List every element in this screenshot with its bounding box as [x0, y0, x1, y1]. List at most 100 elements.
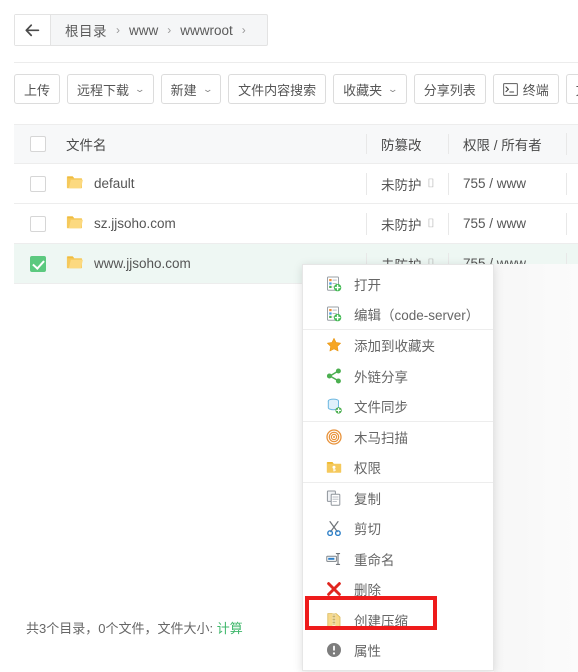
copy-icon: [325, 489, 342, 506]
menu-item-file-sync-label: 文件同步: [354, 399, 408, 415]
row-select-cell: [14, 175, 62, 192]
menu-item-rename-label: 重命名: [354, 552, 395, 568]
menu-item-permission-label: 权限: [354, 460, 381, 476]
terminal-button[interactable]: 终端: [492, 74, 559, 104]
terminal-icon: [502, 82, 518, 96]
table-row[interactable]: sz.jjsoho.com 未防护 ⌷ 755 / www: [14, 204, 578, 244]
row-protection-text: 未防护: [381, 217, 422, 233]
breadcrumb-item-root[interactable]: 根目录: [65, 20, 107, 40]
rename-icon: [325, 550, 342, 567]
menu-item-open[interactable]: 打开: [303, 269, 493, 300]
row-name-cell: sz.jjsoho.com: [62, 214, 366, 233]
row-checkbox[interactable]: [30, 255, 46, 272]
zip-icon: [325, 611, 342, 628]
toolbar: 上传 远程下载 ⌄ 新建 ⌄ 文件内容搜索 收藏夹 ⌄ 分享列表 终端: [14, 74, 578, 104]
breadcrumb-separator: ›: [116, 23, 120, 37]
menu-item-file-sync[interactable]: 文件同步: [303, 391, 493, 422]
select-all-cell: [14, 136, 62, 152]
header-protection-label: 防篡改: [381, 138, 422, 153]
row-filename[interactable]: default: [94, 176, 135, 191]
content-search-button[interactable]: 文件内容搜索: [228, 74, 327, 104]
menu-item-add-favorite[interactable]: 添加到收藏夹: [303, 330, 493, 361]
row-select-cell: [14, 255, 62, 272]
toolbar-divider: [14, 62, 578, 63]
header-protection[interactable]: 防篡改: [366, 134, 448, 154]
row-checkbox[interactable]: [30, 175, 46, 192]
lock-open-icon[interactable]: ⌷: [428, 216, 435, 231]
upload-button-label: 上传: [24, 82, 51, 98]
breadcrumb-separator: ›: [241, 23, 246, 37]
database-sync-icon: [325, 397, 342, 414]
breadcrumb-items: 根目录 › www › wwwroot ›: [51, 15, 267, 45]
remote-download-button[interactable]: 远程下载 ⌄: [67, 74, 154, 104]
favorites-label: 收藏夹: [343, 82, 383, 98]
status-summary: 共3个目录，0个文件，文件大小: 计算: [26, 618, 243, 637]
header-permission[interactable]: 权限 / 所有者: [448, 134, 566, 154]
breadcrumb-separator: ›: [167, 23, 172, 37]
new-button[interactable]: 新建 ⌄: [160, 74, 222, 104]
upload-button[interactable]: 上传: [14, 74, 61, 104]
menu-item-add-favorite-label: 添加到收藏夹: [354, 339, 435, 355]
breadcrumb-item-www[interactable]: www: [129, 23, 158, 38]
menu-item-edit[interactable]: 编辑（code-server）: [303, 300, 493, 330]
content-search-label: 文件内容搜索: [238, 82, 317, 98]
menu-item-create-archive-label: 创建压缩: [354, 613, 408, 629]
remote-download-label: 远程下载: [77, 82, 130, 98]
menu-item-rename[interactable]: 重命名: [303, 544, 493, 575]
folder-icon: [66, 254, 83, 273]
row-tail: [566, 212, 578, 235]
menu-item-copy-label: 复制: [354, 491, 381, 507]
lock-open-icon[interactable]: ⌷: [428, 176, 435, 191]
table-row[interactable]: default 未防护 ⌷ 755 / www: [14, 164, 578, 204]
header-filename-label: 文件名: [66, 138, 107, 153]
info-icon: [325, 642, 342, 659]
favorites-button[interactable]: 收藏夹 ⌄: [333, 74, 407, 104]
menu-item-cut[interactable]: 剪切: [303, 513, 493, 544]
file-table: 文件名 防篡改 权限 / 所有者 default 未防护 ⌷ 755 / www…: [14, 124, 578, 284]
row-select-cell: [14, 215, 62, 232]
row-name-cell: default: [62, 174, 366, 193]
menu-item-trojan-scan[interactable]: 木马扫描: [303, 422, 493, 453]
share-list-button[interactable]: 分享列表: [413, 74, 486, 104]
breadcrumb-item-wwwroot[interactable]: wwwroot: [180, 23, 233, 38]
chevron-down-icon: ⌄: [387, 83, 399, 94]
share-icon: [325, 367, 342, 384]
row-checkbox[interactable]: [30, 215, 46, 232]
header-permission-label: 权限 / 所有者: [463, 138, 542, 153]
row-permission-text[interactable]: 755 / www: [463, 216, 526, 231]
menu-item-cut-label: 剪切: [354, 522, 381, 538]
folder-icon: [66, 174, 83, 193]
menu-item-properties[interactable]: 属性: [303, 635, 493, 666]
header-tail: [566, 133, 578, 155]
select-all-checkbox[interactable]: [30, 136, 46, 152]
new-button-label: 新建: [170, 82, 197, 98]
menu-item-permission[interactable]: 权限: [303, 452, 493, 483]
row-permission-cell: 755 / www: [448, 172, 566, 195]
calculate-size-link[interactable]: 计算: [217, 621, 243, 636]
chevron-down-icon: ⌄: [134, 83, 146, 94]
menu-item-edit-label: 编辑（code-server）: [354, 308, 480, 324]
menu-item-share-link[interactable]: 外链分享: [303, 361, 493, 392]
back-button[interactable]: [15, 15, 51, 45]
context-menu: 打开 编辑（code-server） 添加到收藏夹 外链分享 文件同步 木马扫描…: [302, 264, 494, 671]
summary-text: 共3个目录，0个文件，文件大小:: [26, 621, 214, 636]
menu-item-delete[interactable]: 删除: [303, 574, 493, 605]
header-filename[interactable]: 文件名: [62, 134, 366, 154]
menu-item-delete-label: 删除: [354, 583, 381, 599]
menu-item-copy[interactable]: 复制: [303, 483, 493, 514]
edit-file-icon: [325, 306, 342, 323]
open-file-icon: [325, 276, 342, 293]
arrow-left-icon: [25, 23, 40, 37]
chevron-down-icon: ⌄: [201, 83, 214, 94]
folder-key-icon: [325, 458, 342, 475]
folder-icon: [66, 214, 83, 233]
row-filename[interactable]: sz.jjsoho.com: [94, 216, 176, 231]
menu-item-create-archive[interactable]: 创建压缩: [303, 605, 493, 636]
menu-item-share-link-label: 外链分享: [354, 369, 408, 385]
file-operation-log-button[interactable]: 文件操作记录: [565, 74, 578, 104]
menu-backdrop-shade: [494, 264, 578, 672]
row-filename[interactable]: www.jjsoho.com: [94, 256, 191, 271]
row-permission-text[interactable]: 755 / www: [463, 176, 526, 191]
row-protection-cell: 未防护 ⌷: [366, 172, 448, 195]
menu-item-properties-label: 属性: [354, 644, 381, 660]
